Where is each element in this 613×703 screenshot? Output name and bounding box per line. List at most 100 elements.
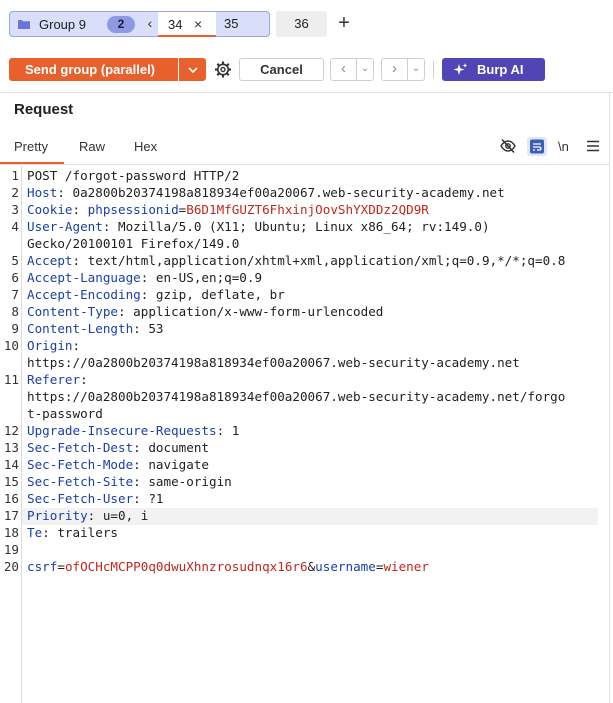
group-count-badge: 2	[107, 16, 135, 33]
param-name: username	[315, 559, 376, 574]
cancel-button[interactable]: Cancel	[239, 58, 324, 81]
line-number: 1	[11, 168, 19, 183]
header-value-continued: https://0a2800b20374198a818934ef00a20067…	[27, 355, 520, 370]
header-value-continued: t-password	[27, 406, 103, 421]
request-panel-title: Request	[14, 101, 74, 118]
history-back-group[interactable]: ‹ ⌄	[330, 58, 374, 81]
cookie-name: phpsessionid	[87, 202, 179, 217]
forward-arrow-icon[interactable]: ›	[382, 59, 408, 80]
header-name: Sec-Fetch-Site	[27, 474, 134, 489]
word-wrap-toggle[interactable]	[527, 137, 547, 156]
line-number: 14	[3, 457, 19, 472]
back-arrow-icon[interactable]: ‹	[331, 59, 357, 80]
line-number: 10	[3, 338, 19, 353]
menu-icon[interactable]	[584, 137, 602, 155]
settings-gear-icon[interactable]	[212, 58, 234, 81]
header-value: document	[148, 440, 209, 455]
line-number: 19	[3, 542, 19, 557]
line-number: 6	[11, 270, 19, 285]
header-value-continued: Gecko/20100101 Firefox/149.0	[27, 236, 240, 251]
collapse-group-icon[interactable]: ‹	[143, 15, 157, 33]
header-name: Content-Type	[27, 304, 118, 319]
header-name: Cookie	[27, 202, 73, 217]
back-history-dropdown-icon[interactable]: ⌄	[357, 59, 373, 80]
header-line: Referer:	[27, 372, 88, 387]
gutter-divider	[21, 166, 22, 703]
hide-nonprintable-eye-icon[interactable]	[499, 137, 517, 155]
line-number: 18	[3, 525, 19, 540]
header-value-continued: https://0a2800b20374198a818934ef00a20067…	[27, 389, 566, 404]
header-line: Accept-Encoding: gzip, deflate, br	[27, 287, 285, 302]
header-line: Cookie: phpsessionid=B6D1MfGUZT6FhxinjOo…	[27, 202, 429, 217]
tab-hex[interactable]: Hex	[134, 139, 157, 154]
param-value: ofOCHcMCPP0q0dwuXhnzrosudnqx16r6	[64, 559, 308, 574]
header-value: same-origin	[148, 474, 232, 489]
tab-strip: Group 9 2 ‹ 34 × 35 36 +	[0, 0, 613, 46]
line-number: 8	[11, 304, 19, 319]
forward-history-dropdown-icon[interactable]: ⌄	[408, 59, 424, 80]
header-name: Accept-Language	[27, 270, 141, 285]
show-newlines-toggle[interactable]: \n	[558, 139, 569, 154]
sparkle-icon	[453, 63, 468, 75]
tab-36[interactable]: 36	[276, 11, 327, 37]
header-line: Sec-Fetch-User: ?1	[27, 491, 164, 506]
close-tab-icon[interactable]: ×	[194, 16, 202, 32]
header-name: Referer	[27, 372, 81, 387]
header-line: Upgrade-Insecure-Requests: 1	[27, 423, 240, 438]
header-line: Host: 0a2800b20374198a818934ef00a20067.w…	[27, 185, 505, 200]
header-line: Priority: u=0, i	[27, 508, 149, 523]
header-line: Accept: text/html,application/xhtml+xml,…	[27, 253, 566, 268]
tab-34[interactable]: 34 ×	[158, 11, 216, 37]
line-number: 17	[3, 508, 19, 523]
header-name: Sec-Fetch-User	[27, 491, 134, 506]
header-value: trailers	[57, 525, 119, 540]
line-number: 11	[3, 372, 19, 387]
word-wrap-icon	[530, 139, 544, 154]
line-number: 16	[3, 491, 19, 506]
header-name: Content-Length	[27, 321, 134, 336]
group-name: Group 9	[39, 17, 86, 32]
header-name: Host	[27, 185, 58, 200]
send-group-button[interactable]: Send group (parallel)	[9, 58, 178, 81]
line-number: 7	[11, 287, 19, 302]
panel-top-border	[0, 92, 613, 93]
header-line: Accept-Language: en-US,en;q=0.9	[27, 270, 263, 285]
line-number: 2	[11, 185, 19, 200]
history-forward-group[interactable]: › ⌄	[381, 58, 425, 81]
request-line: POST /forgot-password HTTP/2	[27, 168, 240, 183]
tab-pretty[interactable]: Pretty	[14, 139, 48, 154]
header-name: User-Agent	[27, 219, 103, 234]
header-value: 1	[231, 423, 240, 438]
line-number: 15	[3, 474, 19, 489]
send-options-dropdown[interactable]	[179, 58, 206, 81]
header-name: Sec-Fetch-Dest	[27, 440, 134, 455]
line-number: 5	[11, 253, 19, 268]
subtabs-divider	[0, 164, 609, 165]
line-number: 3	[11, 202, 19, 217]
chevron-down-icon	[187, 67, 198, 74]
header-value: navigate	[148, 457, 209, 472]
header-name: Accept	[27, 253, 73, 268]
tab-35[interactable]: 35	[224, 16, 238, 31]
header-value: u=0, i	[102, 508, 149, 523]
add-tab-icon[interactable]: +	[336, 12, 352, 34]
folder-icon	[18, 20, 30, 29]
tab-34-label: 34	[168, 17, 183, 32]
header-value: ?1	[148, 491, 164, 506]
panel-right-border	[609, 92, 610, 703]
header-line: Sec-Fetch-Dest: document	[27, 440, 209, 455]
header-name: Origin	[27, 338, 73, 353]
header-value: en-US,en;q=0.9	[155, 270, 263, 285]
toolbar-divider	[433, 61, 434, 78]
param-name: csrf	[27, 559, 58, 574]
header-name: Priority	[27, 508, 88, 523]
header-line: User-Agent: Mozilla/5.0 (X11; Ubuntu; Li…	[27, 219, 490, 234]
line-number: 13	[3, 440, 19, 455]
tab-raw[interactable]: Raw	[79, 139, 105, 154]
cookie-value: B6D1MfGUZT6FhxinjOovShYXDDz2QD9R	[186, 202, 429, 217]
header-line: Content-Length: 53	[27, 321, 164, 336]
header-line: Sec-Fetch-Site: same-origin	[27, 474, 232, 489]
header-name: Accept-Encoding	[27, 287, 141, 302]
burp-ai-button[interactable]: Burp AI	[442, 58, 545, 81]
header-line: Sec-Fetch-Mode: navigate	[27, 457, 209, 472]
